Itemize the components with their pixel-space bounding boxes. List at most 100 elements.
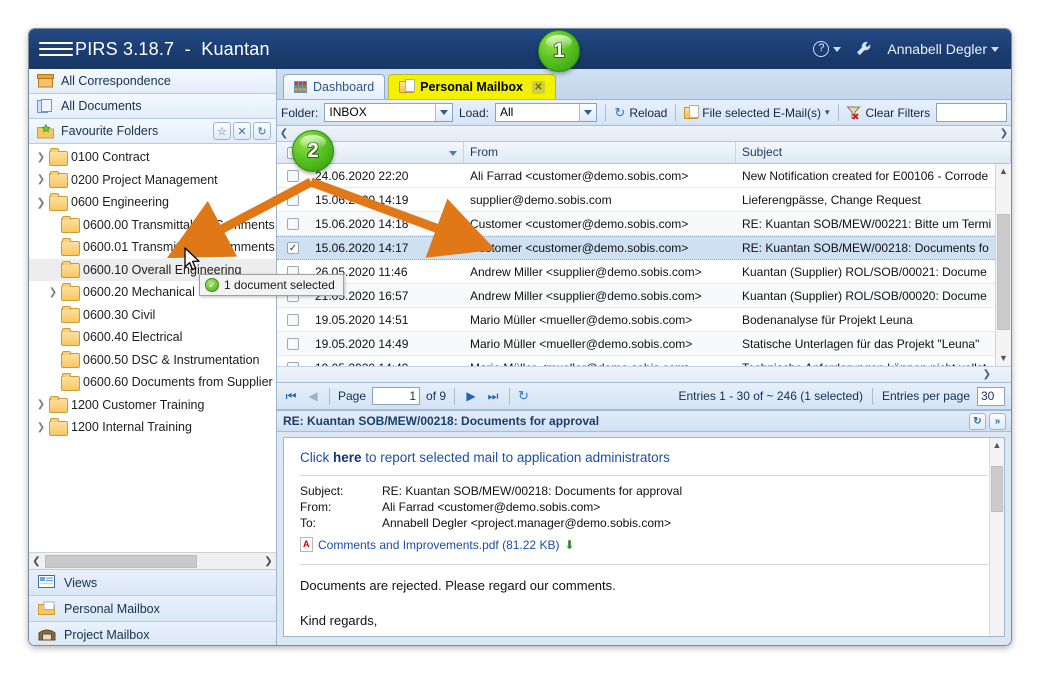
next-page-button[interactable]: ▶ (463, 389, 479, 403)
tree-node[interactable]: 0600.50 DSC & Instrumentation (29, 349, 276, 372)
sidebar-item-views[interactable]: Views (29, 569, 276, 595)
load-select[interactable]: All (495, 103, 598, 122)
scroll-up-icon[interactable]: ▲ (996, 164, 1011, 179)
row-checkbox[interactable] (287, 170, 299, 182)
chevron-down-icon[interactable]: ▾ (825, 107, 830, 118)
expand-collapse-icon[interactable]: ❯ (33, 152, 49, 163)
page-input[interactable]: 1 (372, 387, 420, 405)
chevron-down-icon[interactable] (579, 104, 596, 121)
close-icon[interactable]: ✕ (532, 81, 545, 94)
sidebar-item-project-mailbox[interactable]: Project Mailbox (29, 621, 276, 646)
table-row[interactable]: 15.06.2020 14:18 Customer <customer@demo… (277, 212, 1011, 236)
chevron-down-icon[interactable] (435, 104, 452, 121)
attachment-link[interactable]: Comments and Improvements.pdf (81.22 KB) (318, 538, 559, 552)
file-selected-emails-button[interactable]: File selected E-Mail(s) ▾ (684, 106, 829, 120)
sidebar-item-all-correspondence[interactable]: All Correspondence (29, 69, 276, 94)
row-checkbox[interactable] (287, 314, 299, 326)
scroll-right-icon[interactable]: ❯ (983, 369, 991, 380)
sidebar-favourite-folders-header[interactable]: Favourite Folders ☆ ✕ ↻ (29, 119, 276, 144)
grid-column-scrollbar[interactable]: ❮ ❯ (277, 126, 1011, 142)
table-row-selected[interactable]: ✓ 15.06.2020 14:17 Customer <customer@de… (277, 236, 1011, 260)
table-row[interactable]: 24.06.2020 22:20 Ali Farrad <customer@de… (277, 164, 1011, 188)
reload-button[interactable]: ↻ Reload (614, 105, 667, 121)
refresh-favourites-button[interactable]: ↻ (253, 122, 271, 140)
table-row[interactable]: 19.05.2020 14:51 Mario Müller <mueller@d… (277, 308, 1011, 332)
row-checkbox[interactable] (287, 194, 299, 206)
remove-favourite-button[interactable]: ✕ (233, 122, 251, 140)
row-checkbox-cell[interactable] (277, 338, 309, 350)
tree-node[interactable]: 0600.30 Civil (29, 304, 276, 327)
project-mailbox-icon (38, 627, 56, 642)
scroll-right-icon[interactable]: ❯ (261, 556, 276, 567)
row-checkbox-cell[interactable] (277, 170, 309, 182)
expand-collapse-icon[interactable]: ❯ (45, 287, 61, 298)
grid-horizontal-scrollbar[interactable]: ❯ (277, 366, 1011, 382)
expand-collapse-icon[interactable]: ❯ (33, 399, 49, 410)
divider (300, 475, 988, 476)
user-menu-button[interactable]: Annabell Degler (887, 41, 999, 57)
row-checkbox-cell[interactable] (277, 218, 309, 230)
add-favourite-button[interactable]: ☆ (213, 122, 231, 140)
row-checkbox-cell[interactable] (277, 194, 309, 206)
folder-tree[interactable]: ❯ 0100 Contract ❯ 0200 Project Managemen… (29, 144, 276, 552)
table-row[interactable]: 19.05.2020 14:49 Mario Müller <mueller@d… (277, 332, 1011, 356)
expand-collapse-icon[interactable]: ❯ (33, 422, 49, 433)
row-checkbox-cell[interactable] (277, 314, 309, 326)
tree-node[interactable]: 0600.60 Documents from Supplier (29, 371, 276, 394)
scrollbar-thumb[interactable] (997, 214, 1010, 330)
download-icon[interactable]: ⬇ (564, 538, 574, 552)
tree-horizontal-scrollbar[interactable]: ❮ ❯ (29, 552, 276, 569)
tree-node[interactable]: ❯ 1200 Internal Training (29, 416, 276, 439)
report-here-link[interactable]: here (333, 450, 362, 465)
filter-input[interactable] (936, 103, 1007, 122)
grid-header-subject[interactable]: Subject (736, 142, 1011, 164)
sidebar-item-personal-mailbox[interactable]: Personal Mailbox (29, 595, 276, 621)
entries-per-page-select[interactable]: 30 (977, 387, 1005, 406)
scroll-left-icon[interactable]: ❮ (277, 128, 291, 139)
expand-collapse-icon[interactable]: ❯ (33, 174, 49, 185)
clear-filters-button[interactable]: Clear Filters (846, 105, 930, 120)
archive-box-icon (37, 74, 54, 88)
settings-button[interactable] (855, 40, 873, 58)
expand-collapse-icon[interactable]: ❯ (33, 196, 49, 209)
refresh-icon[interactable]: ↻ (518, 388, 529, 404)
scroll-up-icon[interactable]: ▲ (990, 438, 1004, 453)
row-from: Ali Farrad <customer@demo.sobis.com> (464, 169, 736, 183)
tree-node[interactable]: 0600.00 Transmittals & Comments (29, 214, 276, 237)
tab-personal-mailbox[interactable]: Personal Mailbox ✕ (388, 74, 556, 99)
first-page-button[interactable]: ⏮ (283, 389, 299, 404)
sidebar-item-all-documents[interactable]: All Documents (29, 94, 276, 119)
scrollbar-thumb[interactable] (45, 555, 197, 568)
tree-node[interactable]: ❯ 0600 Engineering (29, 191, 276, 214)
folder-icon (49, 398, 66, 411)
row-checkbox-checked[interactable]: ✓ (287, 242, 299, 254)
last-page-button[interactable]: ⏭ (485, 389, 501, 404)
tree-node[interactable]: ❯ 1200 Customer Training (29, 394, 276, 417)
help-menu-button[interactable]: ? (813, 41, 841, 57)
preview-refresh-button[interactable]: ↻ (969, 413, 986, 430)
table-row[interactable]: 26.05.2020 11:46 Andrew Miller <supplier… (277, 260, 1011, 284)
tree-node[interactable]: ❯ 0200 Project Management (29, 169, 276, 192)
tree-node[interactable]: 0600.40 Electrical (29, 326, 276, 349)
tree-node[interactable]: ❯ 0100 Contract (29, 146, 276, 169)
preview-vertical-scrollbar[interactable]: ▲ (989, 438, 1004, 636)
table-row[interactable]: 21.05.2020 16:57 Andrew Miller <supplier… (277, 284, 1011, 308)
scroll-down-icon[interactable]: ▼ (996, 351, 1011, 366)
folder-select[interactable]: INBOX (324, 103, 453, 122)
folder-icon (61, 241, 78, 254)
table-row[interactable]: 15.06.2020 14:19 supplier@demo.sobis.com… (277, 188, 1011, 212)
tab-dashboard[interactable]: Dashboard (283, 74, 385, 99)
scroll-left-icon[interactable]: ❮ (29, 556, 44, 567)
prev-page-button[interactable]: ◀ (305, 389, 321, 403)
tree-node[interactable]: 0600.01 Transmittals & Comments (29, 236, 276, 259)
grid-header-from[interactable]: From (464, 142, 736, 164)
preview-collapse-button[interactable]: » (989, 413, 1006, 430)
row-checkbox[interactable] (287, 218, 299, 230)
row-checkbox-cell[interactable]: ✓ (277, 242, 309, 254)
tree-node-label: 0600.01 Transmittals & Comments (83, 240, 275, 254)
row-checkbox[interactable] (287, 338, 299, 350)
grid-vertical-scrollbar[interactable]: ▲ ▼ (995, 164, 1011, 366)
menu-hamburger-icon[interactable] (39, 42, 73, 56)
scrollbar-thumb[interactable] (991, 466, 1003, 512)
scroll-right-icon[interactable]: ❯ (997, 128, 1011, 139)
